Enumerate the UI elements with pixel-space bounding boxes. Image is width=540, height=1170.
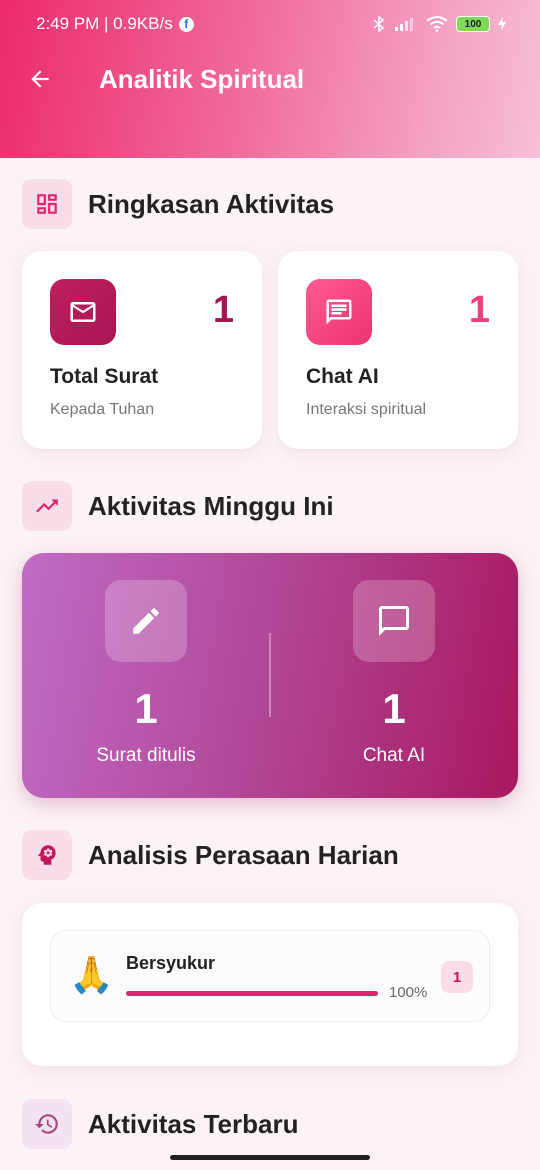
- weekly-chat-value: 1: [382, 685, 406, 732]
- charging-icon: [498, 17, 506, 31]
- weekly-surat-value: 1: [134, 685, 158, 732]
- weekly-card: 1 Surat ditulis 1 Chat AI: [22, 553, 518, 798]
- mood-card: 🙏 Bersyukur 100% 1: [22, 903, 518, 1066]
- weekly-chat-label: Chat AI: [362, 745, 426, 766]
- arrow-back-icon: [31, 70, 49, 88]
- dashboard-icon: [22, 179, 72, 229]
- weekly-section-header: Aktivitas Minggu Ini: [22, 481, 334, 531]
- mood-title: Analisis Perasaan Harian: [88, 839, 399, 870]
- total-surat-value: 1: [212, 289, 234, 331]
- mood-entry[interactable]: 🙏 Bersyukur 100% 1: [50, 930, 490, 1022]
- trending-up-icon: [22, 481, 72, 531]
- total-surat-sub: Kepada Tuhan: [50, 401, 155, 418]
- total-surat-card[interactable]: 1 Total Surat Kepada Tuhan: [22, 251, 262, 449]
- mood-progress-fill: [126, 991, 378, 996]
- wifi-icon: [426, 16, 448, 32]
- total-surat-label: Total Surat: [50, 365, 159, 388]
- pencil-icon: [105, 580, 187, 662]
- battery-icon: 100: [456, 16, 490, 32]
- weekly-surat: 1 Surat ditulis: [22, 553, 270, 798]
- status-bar: 2:49 PM | 0.9KB/s f 100: [0, 0, 540, 48]
- mood-section-header: Analisis Perasaan Harian: [22, 830, 399, 880]
- recent-section-header: Aktivitas Terbaru: [22, 1099, 298, 1149]
- summary-section-header: Ringkasan Aktivitas: [22, 179, 334, 229]
- summary-title: Ringkasan Aktivitas: [88, 188, 335, 219]
- psychology-icon: [22, 830, 72, 880]
- signal-icon: [395, 18, 413, 31]
- chat-icon: [306, 279, 372, 345]
- mood-progress-bar: [126, 991, 378, 996]
- mood-percent: 100%: [389, 984, 428, 1001]
- mail-icon: [50, 279, 116, 345]
- chat-ai-value: 1: [468, 289, 490, 331]
- weekly-chat: 1 Chat AI: [270, 553, 518, 798]
- facebook-icon: f: [178, 16, 194, 32]
- history-icon: [22, 1099, 72, 1149]
- chat-bubble-icon: [353, 580, 435, 662]
- bluetooth-icon: [373, 15, 385, 33]
- status-time: 2:49 PM | 0.9KB/s: [36, 14, 173, 33]
- recent-title: Aktivitas Terbaru: [88, 1108, 299, 1139]
- chat-ai-card[interactable]: 1 Chat AI Interaksi spiritual: [278, 251, 518, 449]
- chat-ai-sub: Interaksi spiritual: [306, 401, 427, 418]
- mood-count-badge: 1: [441, 961, 473, 993]
- home-indicator[interactable]: [170, 1155, 370, 1160]
- praying-hands-icon: 🙏: [69, 954, 114, 995]
- back-button[interactable]: [20, 59, 60, 99]
- mood-name: Bersyukur: [126, 953, 216, 973]
- page-title: Analitik Spiritual: [99, 63, 305, 94]
- chat-ai-label: Chat AI: [306, 365, 379, 388]
- weekly-surat-label: Surat ditulis: [96, 745, 196, 766]
- weekly-title: Aktivitas Minggu Ini: [88, 490, 334, 521]
- header: 2:49 PM | 0.9KB/s f 100 Analitik Spiritu…: [0, 0, 540, 158]
- app-bar: Analitik Spiritual: [0, 48, 540, 110]
